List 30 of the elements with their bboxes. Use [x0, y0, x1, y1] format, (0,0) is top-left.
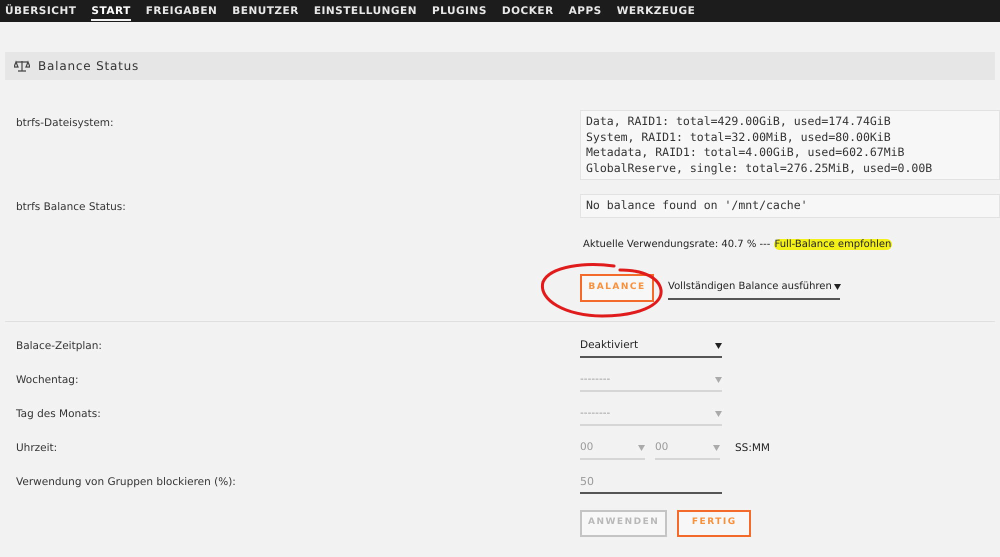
caret-icon [638, 444, 645, 450]
balance-mode-dropdown[interactable]: Vollständigen Balance ausführen [668, 276, 840, 300]
nav-tab[interactable]: APPS [568, 0, 602, 21]
field-label: Tag des Monats: [15, 406, 102, 422]
field-label: btrfs Balance Status: [15, 200, 127, 215]
field-label: Wochentag: [15, 372, 80, 388]
nav-tab[interactable]: DOCKER [502, 0, 554, 21]
time-format-label: SS:MM [735, 440, 770, 456]
nav-tab[interactable]: FREIGABEN [146, 0, 218, 21]
caret-icon [715, 342, 722, 348]
scale-icon [14, 60, 30, 72]
nav-tab[interactable]: START [91, 0, 131, 21]
dropdown[interactable]: Deaktiviert [580, 336, 722, 358]
usage-text: Aktuelle Verwendungsrate: 40.7 % --- Full-Balance empfohlen [583, 238, 894, 252]
section-title: Balance Status [38, 58, 140, 75]
caret-icon [713, 444, 720, 450]
caret-icon [715, 410, 722, 416]
nav-tab[interactable]: BENUTZER [232, 0, 299, 21]
nav-tab[interactable]: WERKZEUGE [616, 0, 696, 21]
field-label: Verwendung von Gruppen blockieren (%): [15, 474, 237, 490]
field-label: Balace-Zeitplan: [15, 338, 103, 354]
field-label: Uhrzeit: [15, 440, 58, 456]
caret-icon [834, 284, 841, 290]
status-output: Data, RAID1: total=429.00GiB, used=174.74GiB System, RAID1: total=32.00MiB, used=80.00KiB Metadata, RAID1: total=4.00GiB, used=602.67MiB GlobalReserve, single: total=276.25MiB, used=0.00B [580, 110, 1000, 180]
caret-icon [715, 376, 722, 382]
status-output: No balance found on '/mnt/cache' [580, 194, 1000, 218]
nav-tab[interactable]: EINSTELLUNGEN [314, 0, 417, 21]
nav-tab[interactable]: PLUGINS [432, 0, 487, 21]
field-label: btrfs-Dateisystem: [15, 116, 115, 131]
nav-tab[interactable]: ÜBERSICHT [5, 0, 76, 21]
